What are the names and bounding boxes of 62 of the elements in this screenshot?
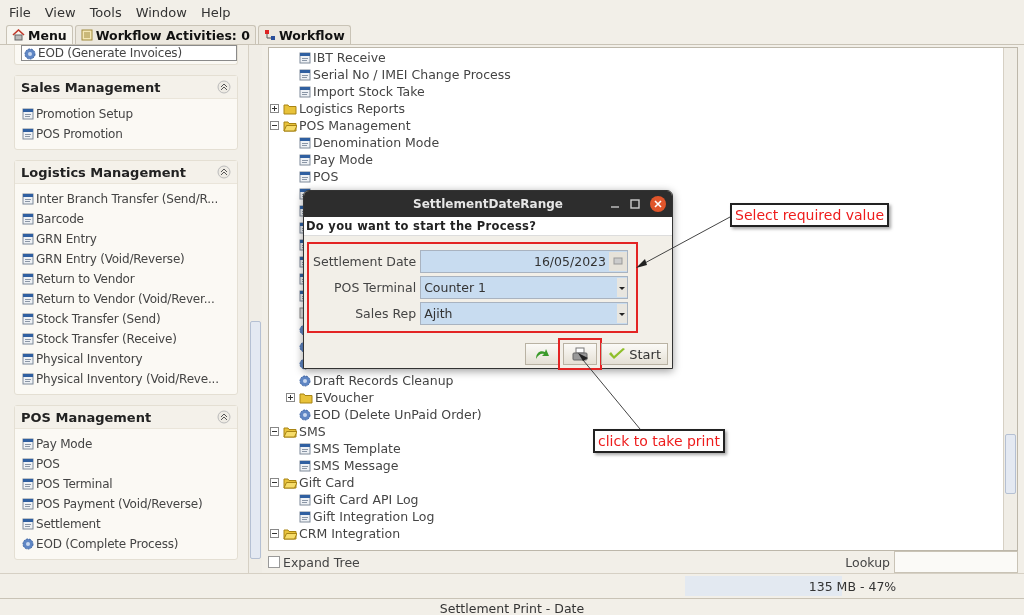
checkbox-label: Expand Tree — [283, 554, 360, 570]
tree-item[interactable]: Gift Integration Log — [313, 509, 435, 524]
tree-item[interactable]: Gift Card API Log — [313, 492, 419, 507]
callout: Select required value — [730, 203, 889, 227]
sidebar-item[interactable]: POS Payment (Void/Reverse) — [19, 494, 206, 514]
dropdown-field[interactable]: Counter 1 — [420, 276, 628, 299]
tree-item[interactable]: Serial No / IMEI Change Process — [313, 67, 511, 82]
tab[interactable]: Menu — [6, 25, 73, 44]
tab[interactable]: Workflow — [257, 25, 351, 44]
menu-item[interactable]: File — [2, 4, 38, 20]
tree-item[interactable]: Denomination Mode — [313, 135, 440, 150]
tree-item[interactable]: EVoucher — [315, 390, 374, 405]
sidebar-item[interactable]: Pay Mode — [19, 434, 96, 454]
sidebar-item[interactable]: EOD (Complete Process) — [19, 534, 182, 554]
sidebar-item[interactable]: Settlement — [19, 514, 104, 534]
sidebar-item[interactable]: Stock Transfer (Receive) — [19, 329, 180, 349]
callout: click to take print — [593, 429, 725, 453]
field-label: Sales Rep — [354, 306, 417, 321]
tree-item[interactable]: Pay Mode — [313, 152, 374, 167]
dropdown-field[interactable]: Ajith — [420, 302, 628, 325]
panel-title: Logistics Management — [21, 164, 187, 180]
sidebar-item[interactable]: Barcode — [19, 209, 87, 229]
tree-item[interactable]: Import Stock Take — [313, 84, 425, 99]
sidebar-item[interactable]: POS Terminal — [19, 474, 116, 494]
tree-item[interactable]: POS Management — [299, 118, 411, 133]
sidebar-item[interactable]: POS — [19, 454, 63, 474]
dialog-question: Do you want to start the Process? — [304, 217, 672, 236]
menu-item[interactable]: Tools — [82, 4, 129, 20]
sidebar-item[interactable]: Stock Transfer (Send) — [19, 309, 164, 329]
tree-item[interactable]: SMS Template — [313, 441, 401, 456]
menu-item[interactable]: View — [37, 4, 83, 20]
tree-item[interactable]: SMS — [299, 424, 326, 439]
sidebar-item[interactable]: Return to Vendor (Void/Rever... — [19, 289, 218, 309]
sidebar-item[interactable]: Physical Inventory — [19, 349, 146, 369]
status-text: Settlement Print - Date — [439, 600, 585, 615]
panel-title: POS Management — [21, 409, 152, 425]
field-label: POS Terminal — [333, 280, 417, 295]
start-button[interactable]: Start — [601, 343, 668, 365]
sidebar-item[interactable]: Physical Inventory (Void/Reve... — [19, 369, 222, 389]
field-label: Lookup — [845, 554, 890, 570]
tree-item[interactable]: Logistics Reports — [299, 101, 405, 116]
sidebar-item[interactable]: Inter Branch Transfer (Send/R... — [19, 189, 222, 209]
tree-item[interactable]: SMS Message — [313, 458, 399, 473]
sidebar-item[interactable]: EOD (Generate Invoices) — [21, 45, 237, 61]
tab[interactable]: Workflow Activities: 0 — [74, 25, 256, 44]
sidebar-item[interactable]: POS Promotion — [19, 124, 126, 144]
panel-title: Sales Management — [21, 79, 161, 95]
field-label: Settlement Date — [313, 254, 417, 269]
menu-item[interactable]: Window — [128, 4, 194, 20]
menu-item[interactable]: Help — [193, 4, 238, 20]
tree-item[interactable]: IBT Receive — [313, 50, 386, 65]
tree-item[interactable]: CRM Integration — [299, 526, 401, 541]
tree-item[interactable]: EOD (Delete UnPaid Order) — [313, 407, 482, 422]
sidebar-item[interactable]: GRN Entry — [19, 229, 100, 249]
dialog-title: SettlementDateRange — [413, 197, 563, 211]
sidebar-item[interactable]: Return to Vendor — [19, 269, 138, 289]
sidebar-item[interactable]: Promotion Setup — [19, 104, 136, 124]
tree-item[interactable]: Draft Records Cleanup — [313, 373, 454, 388]
tree-item[interactable]: POS — [313, 169, 339, 184]
sidebar-item[interactable]: GRN Entry (Void/Reverse) — [19, 249, 188, 269]
date-field[interactable]: 16/05/2023 — [420, 250, 628, 273]
tree-item[interactable]: Gift Card — [299, 475, 355, 490]
